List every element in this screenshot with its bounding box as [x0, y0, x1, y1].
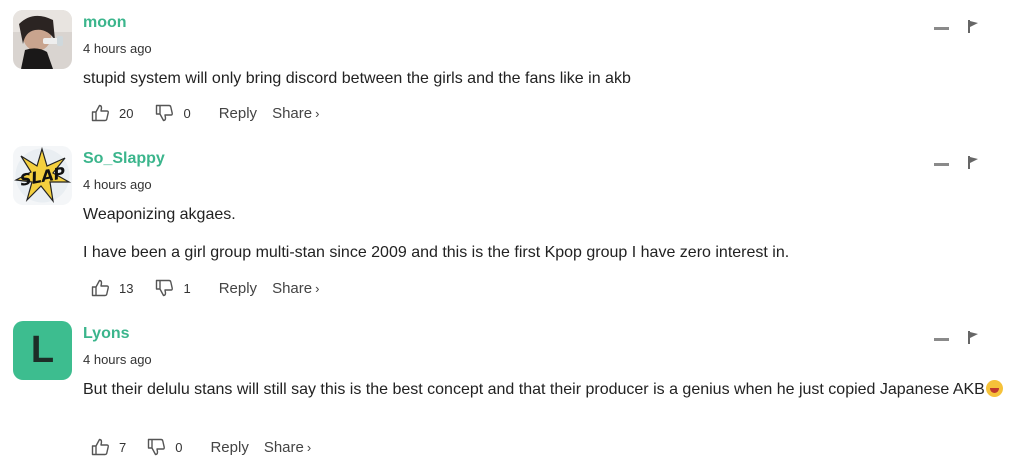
flag-icon[interactable]	[967, 331, 979, 344]
flag-icon[interactable]	[967, 156, 979, 169]
comment-body: But their delulu stans will still say th…	[83, 379, 1008, 400]
thumbs-up-icon	[91, 104, 109, 122]
like-button[interactable]: 7	[91, 438, 126, 456]
reply-button[interactable]: Reply	[210, 439, 248, 456]
share-button[interactable]: Share ›	[272, 105, 319, 122]
comment-paragraph: stupid system will only bring discord be…	[83, 70, 631, 87]
comment-actions: 7 0 Reply Share ›	[91, 436, 311, 458]
thumbs-up-icon	[91, 438, 109, 456]
thumbs-down-icon	[148, 438, 166, 456]
username[interactable]: moon	[83, 14, 127, 32]
dislike-count: 0	[175, 439, 183, 455]
comment-text: But their delulu stans will still say th…	[83, 381, 985, 398]
avatar-letter: L	[30, 329, 55, 371]
comment-body: Weaponizing akgaes. I have been a girl g…	[83, 204, 1008, 263]
share-button[interactable]: Share ›	[272, 280, 319, 297]
flag-icon[interactable]	[967, 20, 979, 33]
avatar[interactable]	[13, 10, 72, 69]
dislike-count: 1	[183, 280, 191, 296]
chevron-right-icon: ›	[315, 280, 320, 296]
comment-actions: 13 1 Reply Share ›	[91, 277, 319, 299]
chevron-right-icon: ›	[306, 439, 312, 455]
comment-paragraph: Weaponizing akgaes.	[83, 206, 236, 223]
like-button[interactable]: 20	[91, 104, 133, 122]
dislike-button[interactable]: 1	[155, 279, 191, 297]
thumbs-down-icon	[156, 279, 174, 297]
reply-button[interactable]: Reply	[219, 105, 257, 122]
laughing-emoji-icon	[985, 380, 1003, 397]
comment-body: stupid system will only bring discord be…	[83, 68, 1008, 89]
user-photo-avatar-icon	[13, 10, 72, 69]
timestamp[interactable]: 4 hours ago	[83, 177, 152, 192]
chevron-right-icon: ›	[315, 105, 320, 121]
minimize-icon[interactable]	[934, 163, 949, 166]
timestamp[interactable]: 4 hours ago	[83, 41, 152, 56]
dislike-button[interactable]: 0	[147, 438, 182, 456]
minimize-icon[interactable]	[934, 338, 949, 341]
share-label: Share	[263, 438, 304, 456]
avatar[interactable]: SLAP	[13, 146, 72, 205]
username[interactable]: So_Slappy	[83, 150, 165, 168]
comment-list: moon 4 hours ago stupid system will only…	[0, 0, 1015, 466]
timestamp[interactable]: 4 hours ago	[83, 352, 152, 367]
comment: moon 4 hours ago stupid system will only…	[0, 10, 1015, 130]
comment-paragraph: I have been a girl group multi-stan sinc…	[83, 244, 790, 261]
like-count: 20	[119, 105, 134, 121]
reply-button[interactable]: Reply	[219, 280, 257, 297]
minimize-icon[interactable]	[934, 27, 949, 30]
slap-comic-avatar-icon: SLAP	[13, 146, 72, 205]
dislike-count: 0	[183, 105, 191, 121]
comment-paragraph: But their delulu stans will still say th…	[83, 379, 1008, 400]
dislike-button[interactable]: 0	[155, 104, 191, 122]
like-count: 13	[119, 280, 134, 296]
avatar[interactable]: L	[13, 321, 72, 380]
share-button[interactable]: Share ›	[264, 439, 311, 456]
comment: SLAP So_Slappy 4 hours ago Weaponizing a…	[0, 146, 1015, 306]
share-label: Share	[272, 104, 313, 122]
thumbs-up-icon	[91, 279, 109, 297]
username[interactable]: Lyons	[83, 325, 130, 343]
comment: L Lyons 4 hours ago But their delulu sta…	[0, 321, 1015, 466]
like-button[interactable]: 13	[91, 279, 133, 297]
share-label: Share	[272, 279, 313, 297]
like-count: 7	[119, 439, 127, 455]
thumbs-down-icon	[156, 104, 174, 122]
comment-actions: 20 0 Reply Share ›	[91, 102, 319, 124]
